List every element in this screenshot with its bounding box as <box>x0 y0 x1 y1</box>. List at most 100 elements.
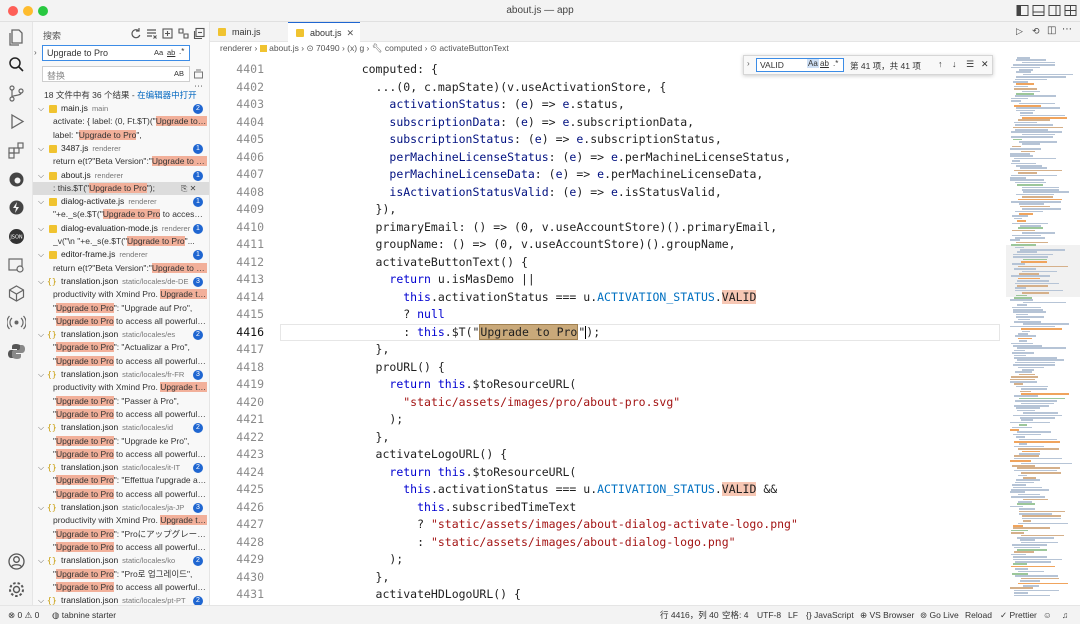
chevron-down-icon[interactable]: ⌵ <box>38 461 44 474</box>
result-file-item[interactable]: ⌵{} translation.json static/locales/ja-JP 3 <box>33 501 209 514</box>
result-match-item[interactable]: "Upgrade to Pro": "Effettua l'upgrade a … <box>33 474 209 487</box>
chevron-down-icon[interactable]: ⌵ <box>38 222 44 235</box>
chevron-down-icon[interactable]: ⌵ <box>38 328 44 341</box>
code-line[interactable]: ...(0, c.mapState)(v.useActivationStore,… <box>334 79 667 97</box>
previous-match-icon[interactable]: ↑ <box>938 59 943 69</box>
result-match-item[interactable]: "Upgrade to Pro to access all powerful f… <box>33 581 209 594</box>
tabnine-status[interactable]: ◍ tabnine starter <box>52 606 116 624</box>
eol-status[interactable]: LF <box>788 606 798 624</box>
toggle-sidebar-icon[interactable] <box>1016 4 1029 17</box>
toggle-panel-icon[interactable] <box>1032 4 1045 17</box>
source-control-icon[interactable] <box>7 84 26 103</box>
more-actions-icon[interactable]: ⋯ <box>1062 24 1072 35</box>
code-line[interactable]: subscriptionStatus: (e) => e.subscriptio… <box>334 131 721 149</box>
code-line[interactable]: this.subscribedTimeText <box>334 499 576 517</box>
result-match-item[interactable]: : this.$T("Upgrade to Pro"); ⎘ ✕ <box>33 181 209 196</box>
search-input[interactable]: Upgrade to Pro Aa ab .* <box>42 45 190 61</box>
code-line[interactable]: : "static/assets/images/about-dialog-log… <box>334 534 736 552</box>
chevron-down-icon[interactable]: ⌵ <box>38 142 44 155</box>
code-line[interactable]: return this.$toResourceURL( <box>334 464 576 482</box>
run-debug-icon[interactable] <box>7 112 26 131</box>
match-case-icon[interactable]: Aa <box>807 59 819 68</box>
code-line[interactable]: ? "static/assets/images/about-dialog-act… <box>334 516 798 534</box>
view-as-tree-icon[interactable] <box>177 27 190 40</box>
code-line[interactable]: perMachineLicenseData: (e) => e.perMachi… <box>334 166 763 184</box>
code-line[interactable]: isActivationStatusValid: (e) => e.isStat… <box>334 184 721 202</box>
result-match-item[interactable]: "Upgrade to Pro to access all powerful f… <box>33 355 209 368</box>
regex-icon[interactable]: .* <box>179 47 184 56</box>
result-match-item[interactable]: "Upgrade to Pro": "Upgrade auf Pro", <box>33 302 209 315</box>
dismiss-result-icon[interactable]: ⎘ ✕ <box>181 182 196 195</box>
problems-status[interactable]: ⊗ 0 ⚠ 0 <box>8 606 39 624</box>
find-input[interactable]: VALID <box>756 58 844 72</box>
edge-icon[interactable] <box>7 170 26 189</box>
code-line[interactable]: "static/assets/images/pro/about-pro.svg" <box>334 394 680 412</box>
result-match-item[interactable]: productivity with Xmind Pro. Upgrade to … <box>33 514 209 527</box>
breadcrumb-item[interactable]: g <box>359 43 364 53</box>
notifications-icon[interactable]: ♫ <box>1062 606 1068 624</box>
code-line[interactable]: }, <box>334 569 390 587</box>
chevron-down-icon[interactable]: ⌵ <box>38 195 44 208</box>
result-match-item[interactable]: "Upgrade to Pro to access all powerful f… <box>33 315 209 328</box>
result-file-item[interactable]: ⌵ editor-frame.js renderer 1 <box>33 248 209 261</box>
chevron-down-icon[interactable]: ⌵ <box>38 554 44 567</box>
next-match-icon[interactable]: ↓ <box>952 59 957 69</box>
result-match-item[interactable]: "Upgrade to Pro": "Actualizar a Pro", <box>33 341 209 354</box>
toggle-secondary-sidebar-icon[interactable] <box>1048 4 1061 17</box>
extensions-icon[interactable] <box>7 141 26 160</box>
run-file-icon[interactable]: ▷ <box>1016 26 1023 37</box>
python-icon[interactable] <box>7 342 26 361</box>
code-line[interactable]: }, <box>334 341 390 359</box>
feedback-icon[interactable]: ☺ <box>1043 606 1052 624</box>
result-match-item[interactable]: "Upgrade to Pro": "Upgrade ke Pro", <box>33 435 209 448</box>
result-match-item[interactable]: return e(t?"Beta Version":"Upgrade to Pr… <box>33 155 209 168</box>
result-match-item[interactable]: "Upgrade to Pro": "Proにアップグレード", <box>33 528 209 541</box>
chevron-down-icon[interactable]: ⌵ <box>38 501 44 514</box>
code-line[interactable]: return u.isMasDemo || <box>334 271 534 289</box>
go-live-status[interactable]: ⊚ Go Live <box>920 606 959 624</box>
indentation-status[interactable]: 空格: 4 <box>722 606 748 624</box>
whole-word-icon[interactable]: ab <box>167 48 175 57</box>
result-file-item[interactable]: ⌵ main.js main 2 <box>33 102 209 115</box>
result-match-item[interactable]: "Upgrade to Pro to access all powerful f… <box>33 541 209 554</box>
regex-icon[interactable]: .* <box>833 59 838 68</box>
replace-input[interactable]: 替换 AB <box>42 66 190 82</box>
code-editor[interactable]: 4401 4402 4403 4404 4405 4406 4407 4408 4409 4410… <box>210 55 1006 605</box>
code-line[interactable]: ); <box>334 551 403 569</box>
tab-main-js[interactable]: main.js <box>210 22 280 42</box>
code-line[interactable]: activationStatus: (e) => e.status, <box>334 96 624 114</box>
code-line[interactable]: this.activationStatus === u.ACTIVATION_S… <box>334 289 757 307</box>
code-line[interactable]: this.activationStatus === u.ACTIVATION_S… <box>334 481 777 499</box>
cursor-position[interactable]: 行 4416，列 40 <box>660 606 719 624</box>
refresh-icon[interactable] <box>129 27 142 40</box>
result-match-item[interactable]: "Upgrade to Pro": "Passer à Pro", <box>33 395 209 408</box>
clear-results-icon[interactable] <box>145 27 158 40</box>
split-editor-icon[interactable]: ◫ <box>1047 25 1056 36</box>
result-file-item[interactable]: ⌵ about.js renderer 1 <box>33 169 209 182</box>
code-line[interactable]: proURL() { <box>334 359 445 377</box>
open-changes-icon[interactable]: ⟲ <box>1032 26 1040 37</box>
result-match-item[interactable]: "Upgrade to Pro to access all powerful f… <box>33 448 209 461</box>
reload-button[interactable]: Reload <box>965 606 992 624</box>
code-line[interactable]: activateHDLogoURL() { <box>334 586 521 604</box>
breadcrumb-item[interactable]: renderer <box>220 43 252 53</box>
code-line[interactable]: }), <box>334 201 397 219</box>
code-line[interactable]: ); <box>334 411 403 429</box>
whole-word-icon[interactable]: ab <box>820 59 829 68</box>
code-line[interactable]: subscriptionData: (e) => e.subscriptionD… <box>334 114 694 132</box>
explorer-icon[interactable] <box>7 28 26 47</box>
code-line[interactable]: : this.$T("Upgrade to Pro"); <box>334 323 600 342</box>
toggle-replace-icon[interactable]: › <box>747 59 750 68</box>
result-match-item[interactable]: "Upgrade to Pro to access all powerful f… <box>33 408 209 421</box>
result-match-item[interactable]: "+e._s(e.$T("Upgrade to Pro to access al… <box>33 208 209 221</box>
code-line[interactable]: activateButtonText() { <box>334 254 528 272</box>
toggle-replace-icon[interactable]: › <box>34 48 37 57</box>
live-share-icon[interactable] <box>7 313 26 332</box>
chevron-down-icon[interactable]: ⌵ <box>38 275 44 288</box>
code-line[interactable]: return this.$toResourceURL( <box>334 376 576 394</box>
code-line[interactable]: activateLogoURL() { <box>334 446 508 464</box>
result-match-item[interactable]: "Upgrade to Pro to access all powerful f… <box>33 488 209 501</box>
result-match-item[interactable]: label: "Upgrade to Pro", <box>33 129 209 142</box>
chevron-down-icon[interactable]: ⌵ <box>38 169 44 182</box>
code-line[interactable]: groupName: () => (0, v.useAccountStore)(… <box>334 236 736 254</box>
